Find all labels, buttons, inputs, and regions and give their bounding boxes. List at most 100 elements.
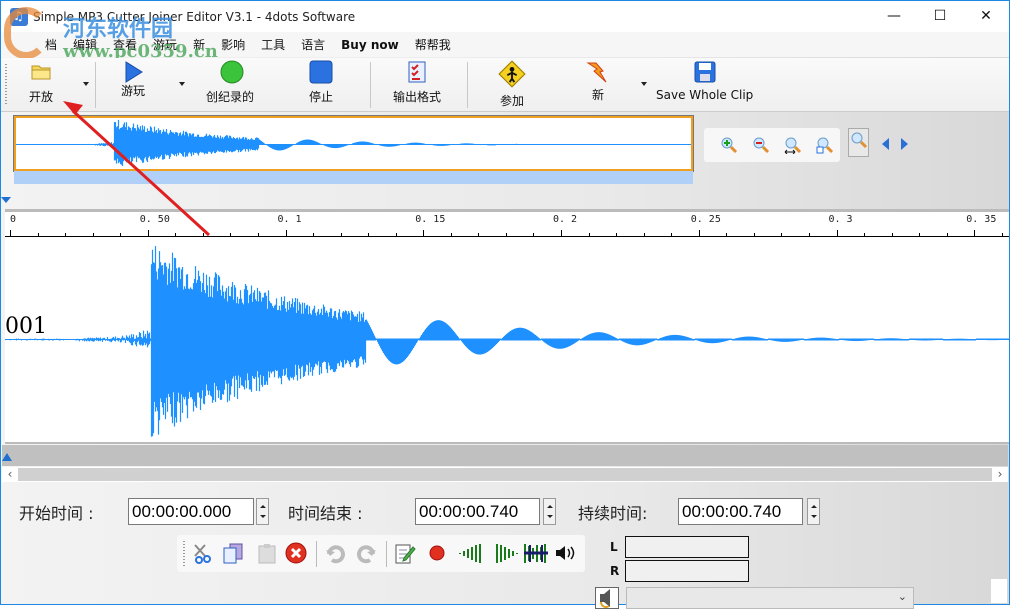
copy-icon[interactable] — [222, 542, 244, 564]
start-time-spinner[interactable] — [256, 498, 269, 525]
join-button[interactable]: 参加 — [498, 60, 526, 109]
stop-button[interactable]: 停止 — [309, 60, 333, 105]
main-toolbar: 开放 游玩 创纪录的 停止 输出格式 参加 新 Save Whole Clip — [1, 58, 1009, 112]
main-waveform — [4, 246, 1010, 437]
zoom-selection-icon[interactable] — [816, 136, 834, 154]
waveform-view[interactable] — [4, 237, 1010, 444]
edit-toolbar-grip[interactable] — [183, 541, 185, 567]
scrollbar-thumb[interactable] — [18, 468, 992, 481]
output-format-label: 输出格式 — [393, 90, 442, 104]
start-time-input[interactable]: 00:00:00.000 — [128, 498, 254, 525]
time-ruler[interactable]: 00. 500. 10. 150. 20. 250. 30. 350. 40. … — [5, 209, 1009, 237]
zoom-out-icon[interactable] — [752, 136, 770, 154]
menu-new[interactable]: 新 — [193, 36, 205, 53]
ruler-label: 0 — [10, 214, 17, 225]
scroll-left-icon[interactable] — [882, 138, 889, 150]
zoom-toolbar — [704, 128, 840, 162]
marker-band — [2, 445, 1008, 466]
stop-label: 停止 — [309, 90, 334, 104]
menu-play[interactable]: 游玩 — [153, 36, 177, 53]
menu-tools[interactable]: 工具 — [261, 36, 285, 53]
menu-language[interactable]: 语言 — [301, 36, 325, 53]
normalize-icon[interactable] — [522, 542, 550, 564]
ruler-tick — [285, 230, 287, 237]
minimize-button[interactable]: — — [871, 1, 917, 31]
ruler-label: 0. 15 — [415, 214, 446, 225]
left-level-meter — [625, 536, 749, 558]
record-icon — [220, 60, 244, 84]
speaker-button[interactable] — [595, 587, 619, 609]
left-channel-label: L — [610, 540, 618, 554]
ruler-tick — [10, 230, 11, 237]
play-button[interactable]: 游玩 — [121, 60, 145, 99]
open-label: 开放 — [29, 90, 54, 104]
duration-spinner[interactable] — [807, 498, 820, 525]
scissors-icon[interactable] — [191, 542, 213, 564]
save-whole-clip-label: Save Whole Clip — [656, 88, 754, 102]
menu-buy-now[interactable]: Buy now — [341, 38, 399, 52]
menu-edit[interactable]: 编辑 — [73, 36, 97, 53]
save-whole-clip-button[interactable]: Save Whole Clip — [656, 60, 753, 102]
overview-scrollbar[interactable] — [14, 171, 693, 184]
record-button[interactable]: 创纪录的 — [206, 60, 254, 105]
menu-file[interactable]: 档 — [45, 36, 57, 53]
maximize-button[interactable]: ☐ — [917, 1, 963, 31]
toolbar-grip[interactable] — [5, 64, 7, 106]
menu-view[interactable]: 查看 — [113, 36, 137, 53]
zoom-icon — [851, 132, 868, 149]
open-dropdown-arrow[interactable] — [83, 82, 89, 86]
duration-label: 持续时间: — [578, 504, 648, 523]
play-dropdown-arrow[interactable] — [179, 82, 185, 86]
resize-grip[interactable] — [991, 579, 1007, 603]
ruler-label: 0. 1 — [277, 214, 302, 225]
close-button[interactable]: ✕ — [963, 1, 1009, 31]
overview-waveform — [16, 119, 691, 166]
new-label: 新 — [591, 88, 604, 102]
app-window: Simple MP3 Cutter Joiner Editor V3.1 - 4… — [0, 0, 1010, 609]
selection-start-marker[interactable] — [1, 197, 11, 203]
track-name: 001 — [5, 314, 47, 339]
menu-help[interactable]: 帮帮我 — [415, 36, 451, 53]
new-dropdown-arrow[interactable] — [641, 82, 647, 86]
duration-input[interactable]: 00:00:00.740 — [678, 498, 803, 525]
delete-icon[interactable] — [285, 542, 307, 564]
new-button[interactable]: 新 — [586, 60, 610, 103]
end-time-input[interactable]: 00:00:00.740 — [415, 498, 540, 525]
toolbar-separator — [467, 62, 468, 108]
scroll-right-arrow[interactable]: › — [993, 467, 1007, 481]
ruler-tick — [974, 230, 976, 237]
scroll-arrows — [882, 138, 908, 150]
end-time-spinner[interactable] — [543, 498, 556, 525]
horizontal-scrollbar[interactable]: ‹ › — [2, 467, 1008, 482]
waveform-overview[interactable] — [13, 115, 694, 172]
zoom-in-icon[interactable] — [720, 136, 738, 154]
stop-icon — [309, 60, 333, 84]
join-label: 参加 — [499, 94, 524, 108]
toolbar-separator — [95, 62, 96, 108]
undo-icon[interactable] — [325, 542, 347, 564]
output-format-button[interactable]: 输出格式 — [393, 60, 441, 105]
lightning-icon — [586, 62, 607, 83]
ruler-tick — [836, 230, 838, 237]
fade-out-icon[interactable] — [493, 542, 521, 564]
end-time-label: 时间结束 : — [288, 504, 363, 523]
selection-end-marker[interactable] — [2, 453, 12, 461]
scroll-left-arrow[interactable]: ‹ — [3, 467, 17, 481]
notepad-pencil-icon[interactable] — [394, 542, 416, 564]
scroll-right-icon[interactable] — [901, 138, 908, 150]
ruler-tick — [561, 230, 562, 237]
edit-separator — [386, 541, 387, 567]
volume-icon[interactable] — [554, 542, 576, 564]
redo-icon[interactable] — [355, 542, 377, 564]
zoom-fit-width-icon[interactable] — [784, 136, 802, 154]
paste-icon[interactable] — [256, 542, 278, 564]
record-dot-icon[interactable] — [426, 542, 448, 564]
open-button[interactable]: 开放 — [29, 60, 53, 105]
ruler-tick — [423, 230, 425, 237]
fade-in-icon[interactable] — [458, 542, 486, 564]
zoom-normal-button[interactable] — [848, 128, 869, 157]
ruler-label: 0. 50 — [139, 214, 170, 225]
checklist-icon — [408, 61, 426, 83]
menu-effects[interactable]: 影响 — [221, 36, 245, 53]
audio-device-select[interactable]: ⌄ — [626, 587, 914, 609]
